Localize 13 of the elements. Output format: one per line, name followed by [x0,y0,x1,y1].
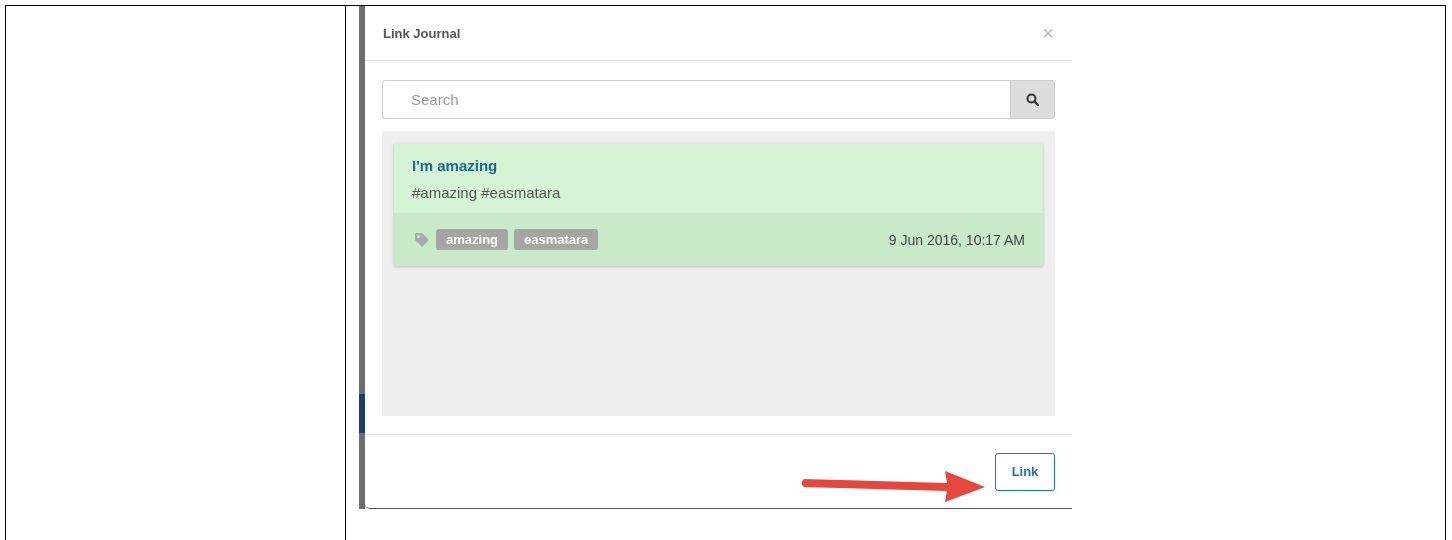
entry-date: 9 Jun 2016, 10:17 AM [888,231,1025,248]
link-button[interactable]: Link [995,452,1055,491]
search-icon [1026,93,1039,106]
page-strip [359,394,365,433]
tag-label: amazing [436,229,508,250]
tag-icon [414,231,430,248]
tag-label: easmatara [514,229,599,250]
search-button[interactable] [1010,80,1055,119]
entry-text: #amazing #easmatara [412,184,562,201]
dialog-title: Link Journal [383,25,461,41]
entry-title[interactable]: I'm amazing [412,157,1025,174]
journal-entry[interactable]: I'm amazing #amazing #easmatara amazing easmatara 9 Jun 2016, 10:17 AM [394,143,1043,266]
search-field[interactable]: Search [382,80,1010,119]
